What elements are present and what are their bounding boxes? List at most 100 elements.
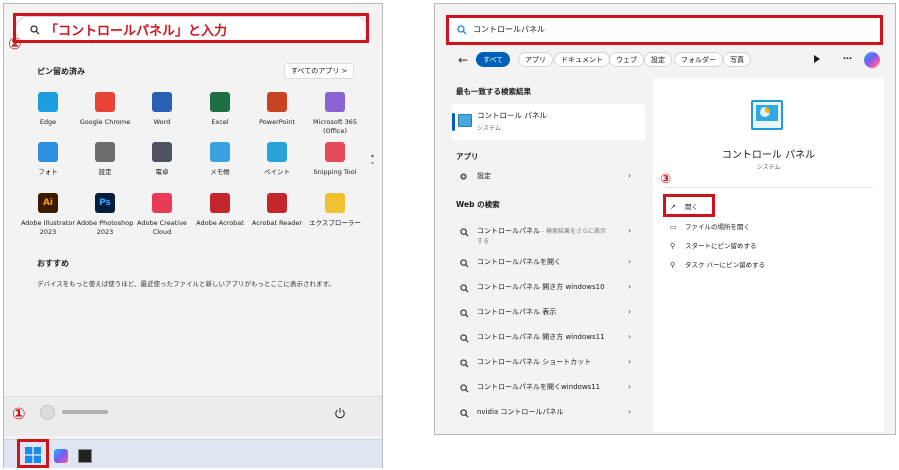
filter-tab-1[interactable]: アプリ	[518, 52, 553, 67]
more-pages-icon[interactable]	[371, 154, 374, 166]
web-section-title: Web の検索	[456, 200, 500, 209]
power-icon[interactable]	[334, 407, 346, 419]
app-label: Word	[153, 118, 171, 126]
pinned-app-acrobat[interactable]: Adobe Acrobat	[188, 193, 252, 228]
app-label: PowerPoint	[259, 118, 295, 126]
chrome-icon	[95, 92, 115, 112]
acrobat-icon	[210, 193, 230, 213]
pinned-app-calculator[interactable]: 電卓	[130, 142, 194, 177]
pinned-app-settings[interactable]: 設定	[73, 142, 137, 177]
photos-icon	[38, 142, 58, 162]
app-label: Adobe Acrobat	[196, 219, 244, 227]
chevron-right-icon: ›	[628, 382, 632, 391]
filter-tab-0[interactable]: すべて	[476, 52, 511, 67]
app-label: Adobe Creative Cloud	[137, 219, 187, 236]
creative-cloud-icon	[152, 193, 172, 213]
app-label: メモ帳	[210, 168, 230, 176]
detail-pane	[653, 78, 884, 432]
pinned-app-paint[interactable]: ペイント	[245, 142, 309, 177]
pinned-app-explorer[interactable]: エクスプローラー	[303, 193, 367, 228]
copilot-icon[interactable]	[864, 52, 880, 68]
filter-tab-3[interactable]: ウェブ	[609, 52, 644, 67]
web-result-row[interactable]: コントロールパネルを開く ›	[452, 253, 645, 275]
user-name[interactable]	[62, 410, 108, 414]
web-result-row[interactable]: コントロールパネル 開き方 windows11 ›	[452, 328, 645, 350]
taskbar-app-icon[interactable]	[54, 449, 68, 463]
filter-tab-2[interactable]: ドキュメント	[554, 52, 610, 67]
pinned-app-excel[interactable]: Excel	[188, 92, 252, 127]
user-bar	[4, 396, 382, 436]
web-result-row[interactable]: コントロールパネル 表示 ›	[452, 303, 645, 325]
calculator-icon	[152, 142, 172, 162]
filter-tab-6[interactable]: 写真	[723, 52, 751, 67]
web-result-row[interactable]: nvidia コントロールパネル ›	[452, 403, 645, 425]
web-result-label: コントロールパネルを開くwindows11	[477, 382, 600, 392]
best-match-name: コントロール パネル	[477, 111, 547, 120]
taskbar-terminal-icon[interactable]	[78, 449, 92, 463]
app-label: Google Chrome	[79, 118, 131, 126]
app-label: Adobe Illustrator 2023	[20, 219, 76, 236]
web-result-row[interactable]: コントロールパネル ショートカット ›	[452, 353, 645, 375]
search-icon	[460, 284, 469, 293]
folder-icon: ▭	[670, 223, 677, 231]
pinned-app-powerpoint[interactable]: PowerPoint	[245, 92, 309, 127]
web-result-query: コントロールパネル 開き方 windows10	[477, 283, 605, 291]
web-result-query: コントロールパネルを開く	[477, 258, 561, 266]
pinned-app-notepad[interactable]: メモ帳	[188, 142, 252, 177]
detail-divider	[665, 187, 873, 188]
pinned-app-creative-cloud[interactable]: Adobe Creative Cloud	[130, 193, 194, 237]
chevron-right-icon: ›	[628, 257, 632, 266]
pinned-app-snipping[interactable]: Snipping Tool	[303, 142, 367, 177]
pinned-app-word[interactable]: Word	[130, 92, 194, 127]
control-panel-icon	[458, 114, 472, 127]
notepad-icon	[210, 142, 230, 162]
chevron-right-icon: ›	[628, 171, 632, 180]
web-result-row[interactable]: コントロールパネルを開くwindows11 ›	[452, 378, 645, 400]
avatar[interactable]	[40, 405, 55, 420]
web-result-row[interactable]: する コントロールパネル - 検索結果をさらに表示 ›	[452, 222, 645, 245]
best-match-title: 最も一致する検索結果	[456, 87, 531, 96]
web-result-label: コントロールパネル 表示	[477, 307, 556, 317]
web-result-row[interactable]: コントロールパネル 開き方 windows10 ›	[452, 278, 645, 300]
action-label: ファイルの場所を開く	[685, 223, 750, 231]
recommended-text: デバイスをもっと使えば使うほど、最近使ったファイルと新しいアプリがもっとここに表…	[37, 280, 335, 288]
word-icon	[152, 92, 172, 112]
pinned-app-m365[interactable]: Microsoft 365 (Office)	[303, 92, 367, 136]
filter-tab-5[interactable]: フォルダー	[674, 52, 723, 67]
pinned-app-photos[interactable]: フォト	[16, 142, 80, 177]
step-2-label: ②	[8, 34, 22, 53]
pinned-title: ピン留め済み	[37, 67, 85, 76]
step-3-label: ③	[660, 172, 672, 187]
action-1[interactable]: ▭ ファイルの場所を開く	[670, 221, 750, 231]
pinned-app-acrobat-reader[interactable]: Acrobat Reader	[245, 193, 309, 228]
all-apps-button[interactable]: すべてのアプリ >	[284, 63, 355, 79]
action-label: スタートにピン留めする	[685, 242, 757, 250]
web-result-label: コントロールパネル - 検索結果をさらに表示	[477, 226, 606, 236]
excel-icon	[210, 92, 230, 112]
pinned-app-illustrator[interactable]: Ai Adobe Illustrator 2023	[16, 193, 80, 237]
chevron-right-icon: ›	[628, 226, 632, 235]
pinned-app-edge[interactable]: Edge	[16, 92, 80, 127]
web-result-sub-line2: する	[477, 238, 490, 245]
pinned-app-chrome[interactable]: Google Chrome	[73, 92, 137, 127]
filter-tab-4[interactable]: 設定	[644, 52, 672, 67]
m365-icon	[325, 92, 345, 112]
chevron-right-icon: ›	[628, 407, 632, 416]
web-result-sub: - 検索結果をさらに表示	[540, 228, 606, 235]
action-2[interactable]: ⚲ スタートにピン留めする	[670, 240, 757, 250]
web-result-query: nvidia コントロールパネル	[477, 408, 564, 416]
web-result-label: nvidia コントロールパネル	[477, 407, 563, 417]
action-3[interactable]: ⚲ タスク バーにピン留めする	[670, 259, 765, 269]
pin-icon: ⚲	[670, 242, 676, 250]
start-highlight-box	[17, 439, 49, 468]
search-icon	[460, 409, 469, 418]
search-icon	[460, 228, 469, 237]
play-icon[interactable]	[814, 55, 820, 63]
app-result-settings[interactable]: 設定 ›	[452, 167, 645, 189]
back-arrow-icon[interactable]: ←	[458, 53, 468, 67]
app-label: Snipping Tool	[313, 168, 357, 176]
step-1-label: ①	[12, 404, 26, 423]
search-icon	[460, 359, 469, 368]
pinned-app-photoshop[interactable]: Ps Adobe Photoshop 2023	[73, 193, 137, 237]
more-icon[interactable]: …	[843, 52, 852, 62]
